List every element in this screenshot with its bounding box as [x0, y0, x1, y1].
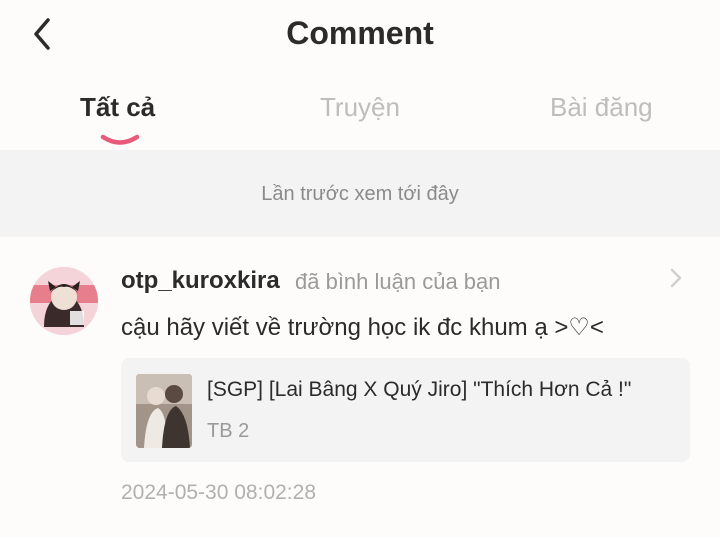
story-card[interactable]: [SGP] [Lai Bâng X Quý Jiro] "Thích Hơn C…	[121, 358, 690, 462]
page-title: Comment	[286, 15, 434, 51]
story-subtitle: TB 2	[207, 420, 250, 442]
comment-action-text: đã bình luận của bạn	[295, 269, 501, 294]
comment-item[interactable]: otp_kuroxkira đã bình luận của bạn cậu h…	[0, 237, 720, 537]
last-viewed-text: Lần trước xem tới đây	[261, 183, 459, 205]
tab-all[interactable]: Tất cả	[80, 92, 155, 123]
chevron-right-icon[interactable]	[666, 265, 686, 291]
active-tab-indicator	[100, 134, 140, 145]
comment-text: cậu hãy viết về trường học ik đc khum ạ …	[121, 314, 604, 341]
comment-timestamp: 2024-05-30 08:02:28	[121, 481, 316, 504]
avatar[interactable]	[30, 267, 98, 335]
story-title: [SGP] [Lai Bâng X Quý Jiro] "Thích Hơn C…	[207, 378, 632, 401]
last-viewed-divider: Lần trước xem tới đây	[0, 150, 720, 237]
story-cover-thumbnail	[136, 374, 192, 448]
avatar-image	[30, 267, 98, 335]
tab-truyen[interactable]: Truyện	[320, 92, 400, 123]
tab-bai-dang[interactable]: Bài đăng	[550, 92, 653, 123]
header: Comment	[0, 0, 720, 70]
commenter-username[interactable]: otp_kuroxkira	[121, 267, 280, 295]
tab-bar: Tất cả Truyện Bài đăng	[0, 88, 720, 148]
